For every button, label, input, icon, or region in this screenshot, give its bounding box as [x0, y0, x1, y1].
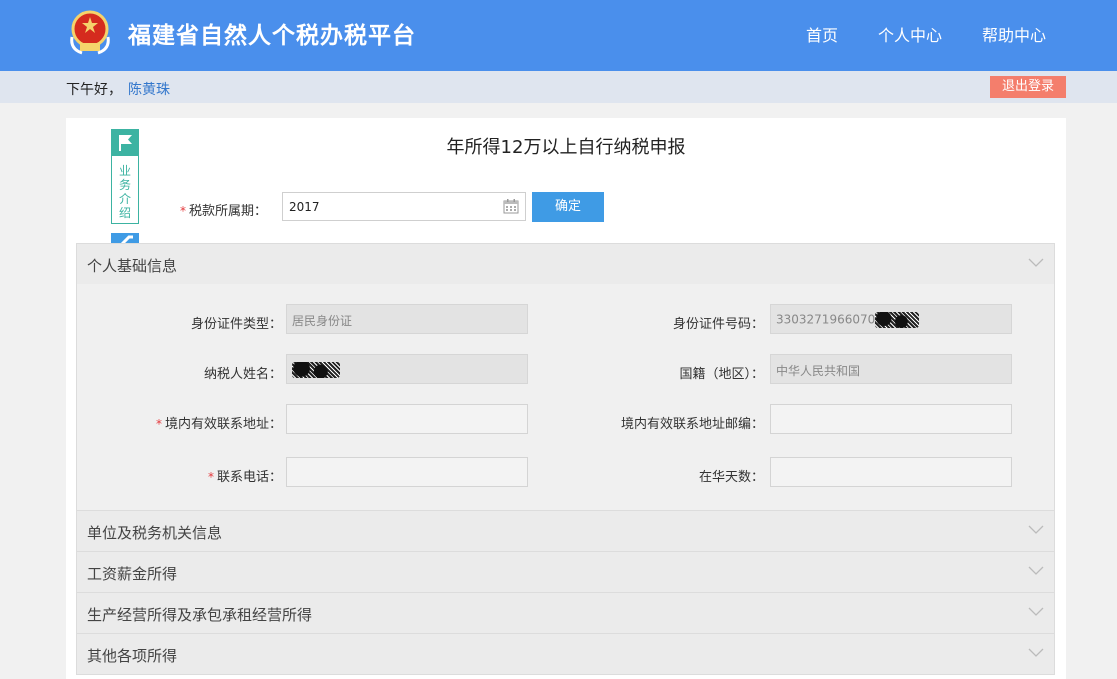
days-in-china-input[interactable]: [770, 457, 1012, 487]
postcode-label: 境内有效联系地址邮编：: [620, 417, 764, 432]
greeting: 下午好， 陈黄珠: [66, 79, 170, 99]
nav-help-center[interactable]: 帮助中心: [982, 22, 1046, 46]
greeting-bar: 下午好， 陈黄珠: [0, 71, 1117, 103]
nationality-field: 中华人民共和国: [770, 354, 1012, 384]
required-mark: *: [207, 470, 214, 484]
taxpayer-name-field: [286, 354, 528, 384]
chevron-down-icon: [1028, 607, 1044, 616]
basic-info-body: 身份证件类型： 居民身份证 身份证件号码： 3303271966070 纳税人姓…: [76, 284, 1055, 510]
page-title: 年所得12万以上自行纳税申报: [446, 137, 686, 158]
period-input[interactable]: 2017: [282, 192, 526, 221]
nationality-label: 国籍（地区）：: [679, 367, 764, 382]
national-emblem-logo: [70, 10, 110, 55]
chevron-down-icon: [1028, 258, 1044, 267]
postcode-input[interactable]: [770, 404, 1012, 434]
nav-personal-center[interactable]: 个人中心: [878, 22, 942, 46]
section-salary-income[interactable]: 工资薪金所得: [76, 551, 1055, 593]
phone-label: * 联系电话：: [42, 466, 282, 485]
id-number-label: 身份证件号码：: [672, 317, 764, 332]
section-label: 单位及税务机关信息: [87, 524, 223, 542]
section-employer-tax-office[interactable]: 单位及税务机关信息: [76, 510, 1055, 552]
chevron-down-icon: [1028, 525, 1044, 534]
address-label: * 境内有效联系地址：: [42, 413, 282, 432]
id-number-value: 3303271966070: [776, 312, 876, 327]
nav-home[interactable]: 首页: [806, 22, 838, 46]
period-label: * 税款所属期：: [180, 200, 267, 219]
section-label: 生产经营所得及承包承租经营所得: [87, 606, 313, 624]
id-number-field: 3303271966070: [770, 304, 1012, 334]
id-type-label: 身份证件类型：: [190, 317, 282, 332]
section-label: 工资薪金所得: [87, 565, 178, 583]
taxpayer-name-label: 纳税人姓名：: [203, 367, 282, 382]
required-mark: *: [180, 204, 186, 218]
phone-label-text: 联系电话：: [216, 470, 282, 485]
redacted-mark: [292, 362, 340, 378]
section-other-income[interactable]: 其他各项所得: [76, 633, 1055, 675]
id-type-field: 居民身份证: [286, 304, 528, 334]
redacted-mark: [875, 312, 920, 328]
phone-input[interactable]: [286, 457, 528, 487]
address-label-text: 境内有效联系地址：: [164, 417, 282, 432]
period-label-text: 税款所属期：: [189, 204, 268, 219]
sidetab-label: 业务介绍: [118, 164, 131, 220]
required-mark: *: [155, 417, 162, 431]
user-name-link[interactable]: 陈黄珠: [128, 82, 170, 98]
days-in-china-label: 在华天数：: [698, 470, 764, 485]
logout-button[interactable]: 退出登录: [990, 76, 1066, 98]
section-label: 其他各项所得: [87, 647, 178, 665]
greeting-text: 下午好，: [66, 82, 122, 98]
site-title: 福建省自然人个税办税平台: [128, 23, 416, 49]
section-basic-info[interactable]: 个人基础信息: [76, 243, 1055, 285]
calendar-icon[interactable]: [503, 198, 519, 214]
confirm-button[interactable]: 确定: [532, 192, 604, 222]
chevron-down-icon: [1028, 648, 1044, 657]
address-input[interactable]: [286, 404, 528, 434]
section-business-income[interactable]: 生产经营所得及承包承租经营所得: [76, 592, 1055, 634]
section-label: 个人基础信息: [87, 257, 178, 275]
chevron-down-icon: [1028, 566, 1044, 575]
